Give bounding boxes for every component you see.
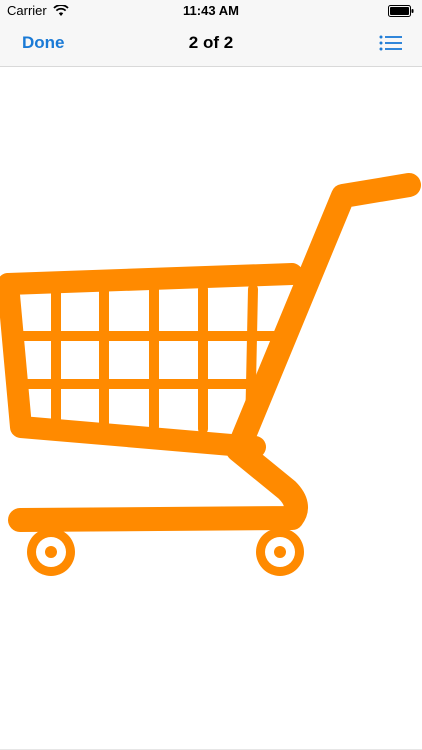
image-viewer[interactable] [0,67,422,750]
status-time: 11:43 AM [183,3,239,18]
navigation-bar: Done 2 of 2 [0,22,422,67]
shopping-cart-image [0,173,421,576]
done-button[interactable]: Done [22,33,65,53]
list-icon[interactable] [379,34,402,52]
status-bar: Carrier 11:43 AM [0,0,422,22]
battery-icon [388,5,414,17]
right-wheel [256,528,304,576]
left-wheel [27,528,75,576]
